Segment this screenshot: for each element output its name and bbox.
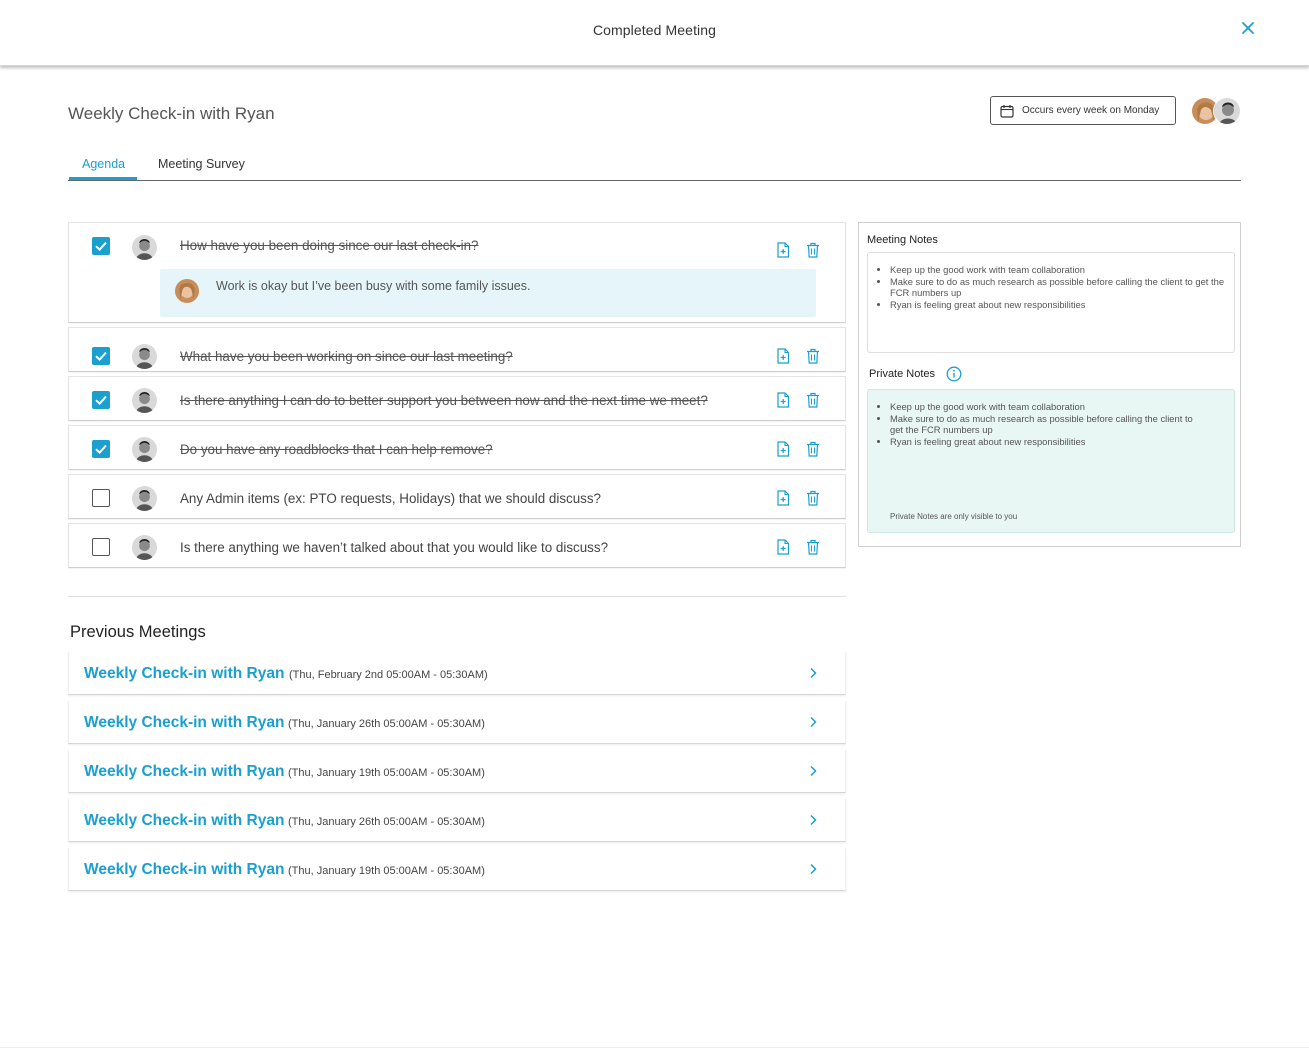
- previous-meeting-item[interactable]: Weekly Check-in with Ryan (Thu, January …: [68, 799, 846, 842]
- previous-meeting-name: Weekly Check-in with Ryan: [84, 763, 285, 780]
- avatar: [1213, 97, 1241, 125]
- avatar: [132, 535, 157, 560]
- agenda-item: Any Admin items (ex: PTO requests, Holid…: [68, 474, 846, 519]
- private-notes-label: Private Notes: [869, 368, 936, 380]
- previous-meeting-item[interactable]: Weekly Check-in with Ryan (Thu, January …: [68, 701, 846, 744]
- previous-meetings-list: Weekly Check-in with Ryan (Thu, February…: [68, 652, 846, 897]
- active-tab-indicator: [69, 177, 137, 180]
- modal-title: Completed Meeting: [592, 22, 717, 38]
- previous-meeting-name: Weekly Check-in with Ryan: [84, 812, 285, 829]
- modal-header: Completed Meeting: [0, 0, 1309, 66]
- agenda-item: How have you been doing since our last c…: [68, 222, 846, 323]
- add-note-icon[interactable]: [776, 539, 790, 555]
- previous-meeting-name: Weekly Check-in with Ryan: [84, 861, 285, 878]
- avatar: [132, 344, 157, 369]
- calendar-icon: [1000, 104, 1014, 118]
- chevron-right-icon: [808, 813, 818, 826]
- add-note-icon[interactable]: [776, 348, 790, 364]
- private-note-item: Keep up the good work with team collabor…: [890, 401, 1234, 413]
- participant-avatars: [1191, 97, 1243, 125]
- meeting-notes-field[interactable]: Keep up the good work with team collabor…: [867, 252, 1235, 353]
- tab-bar: Agenda Meeting Survey: [68, 148, 1241, 181]
- close-icon[interactable]: [1238, 18, 1258, 38]
- agenda-item: Is there anything we haven’t talked abou…: [68, 523, 846, 568]
- trash-icon[interactable]: [806, 539, 820, 555]
- private-notes-hint: Private Notes are only visible to you: [890, 512, 1018, 521]
- agenda-item: What have you been working on since our …: [68, 327, 846, 372]
- notes-panel: Meeting Notes Keep up the good work with…: [858, 222, 1241, 547]
- tab-agenda[interactable]: Agenda: [82, 157, 125, 171]
- meeting-notes-label: Meeting Notes: [867, 234, 938, 246]
- meeting-note-item: Ryan is feeling great about new responsi…: [890, 299, 1234, 311]
- meeting-note-item: Make sure to do as much research as poss…: [890, 276, 1234, 299]
- previous-meeting-time: (Thu, January 26th 05:00AM - 05:30AM): [288, 718, 485, 730]
- previous-meeting-item[interactable]: Weekly Check-in with Ryan (Thu, January …: [68, 848, 846, 891]
- previous-meeting-name: Weekly Check-in with Ryan: [84, 714, 285, 731]
- previous-meeting-time: (Thu, January 26th 05:00AM - 05:30AM): [288, 816, 485, 828]
- agenda-item: Do you have any roadblocks that I can he…: [68, 425, 846, 470]
- section-divider: [68, 596, 846, 597]
- trash-icon[interactable]: [806, 441, 820, 457]
- private-note-item: Ryan is feeling great about new responsi…: [890, 436, 1234, 448]
- agenda-checkbox[interactable]: [92, 489, 110, 507]
- trash-icon[interactable]: [806, 490, 820, 506]
- add-note-icon[interactable]: [776, 242, 790, 258]
- recurrence-button[interactable]: Occurs every week on Monday: [990, 96, 1176, 125]
- chevron-right-icon: [808, 666, 818, 679]
- tab-meeting-survey[interactable]: Meeting Survey: [158, 157, 245, 171]
- agenda-item-text: Is there anything I can do to better sup…: [180, 393, 708, 408]
- add-note-icon[interactable]: [776, 441, 790, 457]
- previous-meeting-item[interactable]: Weekly Check-in with Ryan (Thu, January …: [68, 750, 846, 793]
- previous-meetings-title: Previous Meetings: [70, 623, 206, 641]
- chevron-right-icon: [808, 862, 818, 875]
- agenda-checkbox[interactable]: [92, 538, 110, 556]
- private-note-item: Make sure to do as much research as poss…: [890, 413, 1234, 436]
- trash-icon[interactable]: [806, 392, 820, 408]
- avatar: [132, 437, 157, 462]
- agenda-checkbox[interactable]: [92, 440, 110, 458]
- avatar: [132, 388, 157, 413]
- add-note-icon[interactable]: [776, 490, 790, 506]
- private-notes-field[interactable]: Keep up the good work with team collabor…: [867, 389, 1235, 533]
- previous-meeting-name: Weekly Check-in with Ryan: [84, 665, 285, 682]
- info-icon[interactable]: [946, 366, 962, 382]
- avatar: [132, 235, 157, 260]
- footer-divider: [0, 1047, 1309, 1048]
- agenda-reply: Work is okay but I’ve been busy with som…: [160, 269, 816, 317]
- previous-meeting-time: (Thu, January 19th 05:00AM - 05:30AM): [288, 865, 485, 877]
- agenda-item-text: How have you been doing since our last c…: [180, 238, 479, 253]
- avatar: [132, 486, 157, 511]
- meeting-note-item: Keep up the good work with team collabor…: [890, 264, 1234, 276]
- previous-meeting-time: (Thu, February 2nd 05:00AM - 05:30AM): [289, 669, 488, 681]
- agenda-checkbox[interactable]: [92, 237, 110, 255]
- agenda-item-text: What have you been working on since our …: [180, 349, 513, 364]
- agenda-item-text: Is there anything we haven’t talked abou…: [180, 540, 609, 555]
- previous-meeting-item[interactable]: Weekly Check-in with Ryan (Thu, February…: [68, 652, 846, 695]
- chevron-right-icon: [808, 764, 818, 777]
- agenda-item-text: Do you have any roadblocks that I can he…: [180, 442, 493, 457]
- agenda-item-text: Any Admin items (ex: PTO requests, Holid…: [180, 491, 601, 506]
- previous-meeting-time: (Thu, January 19th 05:00AM - 05:30AM): [288, 767, 485, 779]
- add-note-icon[interactable]: [776, 392, 790, 408]
- reply-text: Work is okay but I’ve been busy with som…: [216, 279, 531, 293]
- chevron-right-icon: [808, 715, 818, 728]
- trash-icon[interactable]: [806, 242, 820, 258]
- agenda-checkbox[interactable]: [92, 391, 110, 409]
- agenda-item: Is there anything I can do to better sup…: [68, 376, 846, 421]
- agenda-list: How have you been doing since our last c…: [68, 222, 846, 572]
- trash-icon[interactable]: [806, 348, 820, 364]
- recurrence-label: Occurs every week on Monday: [1022, 105, 1160, 116]
- meeting-title: Weekly Check-in with Ryan: [68, 104, 275, 123]
- avatar: [175, 279, 199, 303]
- agenda-checkbox[interactable]: [92, 347, 110, 365]
